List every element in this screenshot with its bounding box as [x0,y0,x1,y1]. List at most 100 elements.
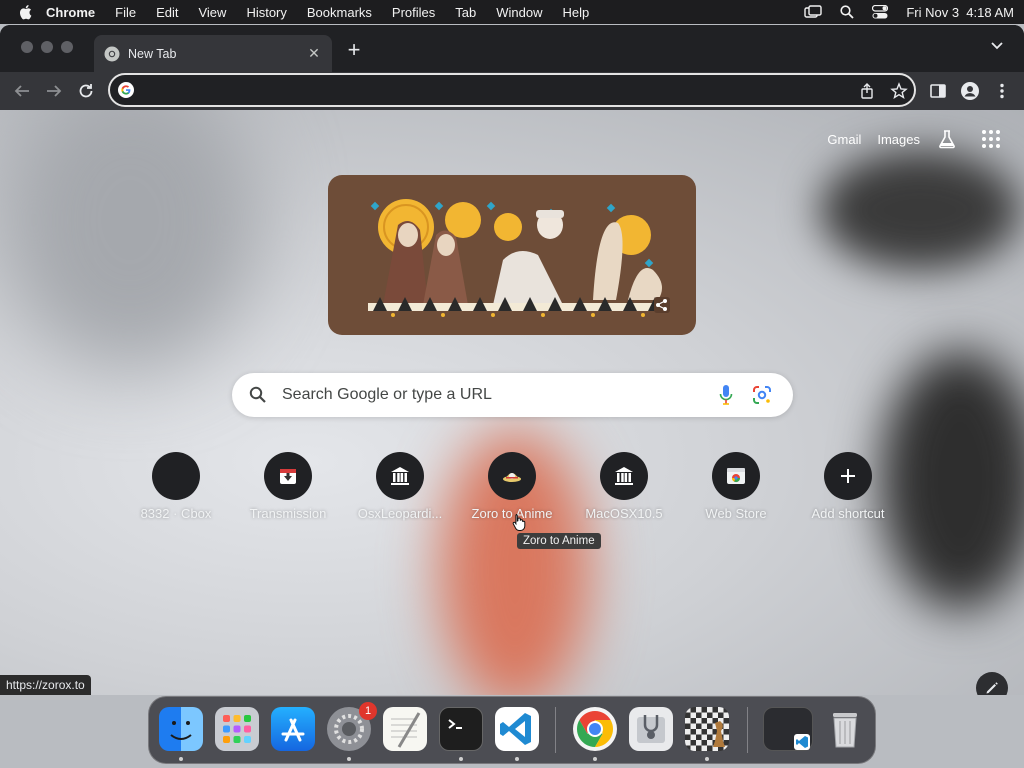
chess-icon[interactable] [685,707,729,751]
shortcut-label: Web Store [705,506,767,521]
forward-icon[interactable] [44,81,64,101]
link-status-bubble: https://zorox.to [0,675,91,695]
shortcut-label: MacOSX10.5 [585,506,663,521]
running-indicator [705,757,709,761]
shortcut-label: Transmission [249,506,327,521]
shortcut-tile[interactable]: 8332 · Cbox [120,450,232,540]
shortcut-label: Add shortcut [811,506,885,521]
google-doodle[interactable] [328,175,696,335]
running-indicator [515,757,519,761]
new-tab-page: Gmail Images Search Google or type a URL… [0,110,1024,695]
customize-chrome-button[interactable] [976,672,1008,695]
background-blur-shape [0,110,260,370]
shortcut-tile[interactable]: MacOSX10.5 [568,450,680,540]
menu-dots-icon[interactable] [992,81,1012,101]
search-icon [249,386,266,403]
running-indicator [179,757,183,761]
ntp-search-box[interactable] [232,373,793,417]
google-lens-icon[interactable] [752,385,772,405]
menubar-clock[interactable]: Fri Nov 3 4:18 AM [906,5,1014,20]
minimize-window-button[interactable] [41,41,53,53]
shortcut-tile[interactable]: OsxLeopardi... [344,450,456,540]
labs-flask-icon[interactable] [936,128,958,150]
apple-icon[interactable] [18,4,32,20]
google-g-icon [118,82,134,98]
menu-view[interactable]: View [198,5,226,20]
browser-toolbar [0,72,1024,110]
tab-new-tab[interactable]: New Tab ✕ [94,35,332,72]
doodle-illustration [368,199,662,317]
google-chrome-icon[interactable] [573,707,617,751]
menu-tab[interactable]: Tab [455,5,476,20]
macos-menu-bar: Chrome File Edit View History Bookmarks … [0,0,1024,24]
background-blur-shape [820,150,1020,270]
menu-window[interactable]: Window [496,5,542,20]
search-input[interactable] [282,384,702,406]
tab-close-icon[interactable]: ✕ [306,45,322,62]
close-window-button[interactable] [21,41,33,53]
vscode-icon[interactable] [495,707,539,751]
transmission-icon [264,452,312,500]
terminal-icon[interactable] [439,707,483,751]
dock-separator [747,707,748,753]
menu-app-chrome[interactable]: Chrome [46,5,95,20]
images-link[interactable]: Images [877,132,920,147]
notification-badge: 1 [359,702,377,720]
side-panel-icon[interactable] [928,81,948,101]
tab-search-chevron-icon[interactable] [990,41,1004,51]
menu-help[interactable]: Help [563,5,590,20]
address-input[interactable] [144,79,834,101]
archive-building-icon [600,452,648,500]
shortcut-label: OsxLeopardi... [357,506,443,521]
shortcut-tile[interactable]: Transmission [232,450,344,540]
address-bar[interactable] [108,73,916,107]
menu-bookmarks[interactable]: Bookmarks [307,5,372,20]
back-icon[interactable] [12,81,32,101]
screen-mirroring-icon[interactable] [804,5,823,19]
microphone-icon[interactable] [718,384,734,406]
menu-history[interactable]: History [246,5,286,20]
finder-icon[interactable] [159,707,203,751]
google-apps-grid-icon[interactable] [980,128,1002,150]
new-tab-button[interactable]: + [342,39,366,63]
zoom-window-button[interactable] [61,41,73,53]
disk-utility-icon[interactable] [629,707,673,751]
textedit-icon[interactable] [383,707,427,751]
shortcut-label: 8332 · Cbox [140,506,212,521]
share-icon[interactable] [858,82,876,100]
bookmark-star-icon[interactable] [890,82,908,100]
profile-icon[interactable] [960,81,980,101]
spotlight-search-icon[interactable] [840,5,854,19]
web-store-icon [712,452,760,500]
minimized-window-thumbnail[interactable] [763,707,813,751]
control-center-icon[interactable] [872,5,889,19]
plus-icon [824,452,872,500]
gmail-link[interactable]: Gmail [827,132,861,147]
ntp-top-links: Gmail Images [827,128,1002,150]
shortcut-favicon-blank [152,452,200,500]
app-store-icon[interactable] [271,707,315,751]
running-indicator [347,757,351,761]
doodle-share-icon[interactable] [654,297,670,313]
trash-icon[interactable] [823,707,867,751]
chrome-window: New Tab ✕ + Gmail Images Search Google o… [0,25,1024,695]
tab-title: New Tab [128,46,177,61]
menu-edit[interactable]: Edit [156,5,178,20]
shortcut-tile[interactable]: Web Store [680,450,792,540]
launchpad-icon[interactable] [215,707,259,751]
tab-strip: New Tab ✕ + [0,25,1024,72]
shortcut-tooltip: Zoro to Anime [517,533,601,549]
archive-building-icon [376,452,424,500]
chrome-icon [104,46,120,61]
macos-dock: 1 [148,696,876,764]
running-indicator [593,757,597,761]
add-shortcut-button[interactable]: Add shortcut [792,450,904,540]
hand-pointer-cursor-icon [512,514,526,531]
dock-separator [555,707,556,753]
menu-file[interactable]: File [115,5,136,20]
zoro-straw-hat-icon [488,452,536,500]
menu-profiles[interactable]: Profiles [392,5,435,20]
reload-icon[interactable] [76,81,96,101]
running-indicator [459,757,463,761]
vscode-badge-icon [794,734,810,750]
